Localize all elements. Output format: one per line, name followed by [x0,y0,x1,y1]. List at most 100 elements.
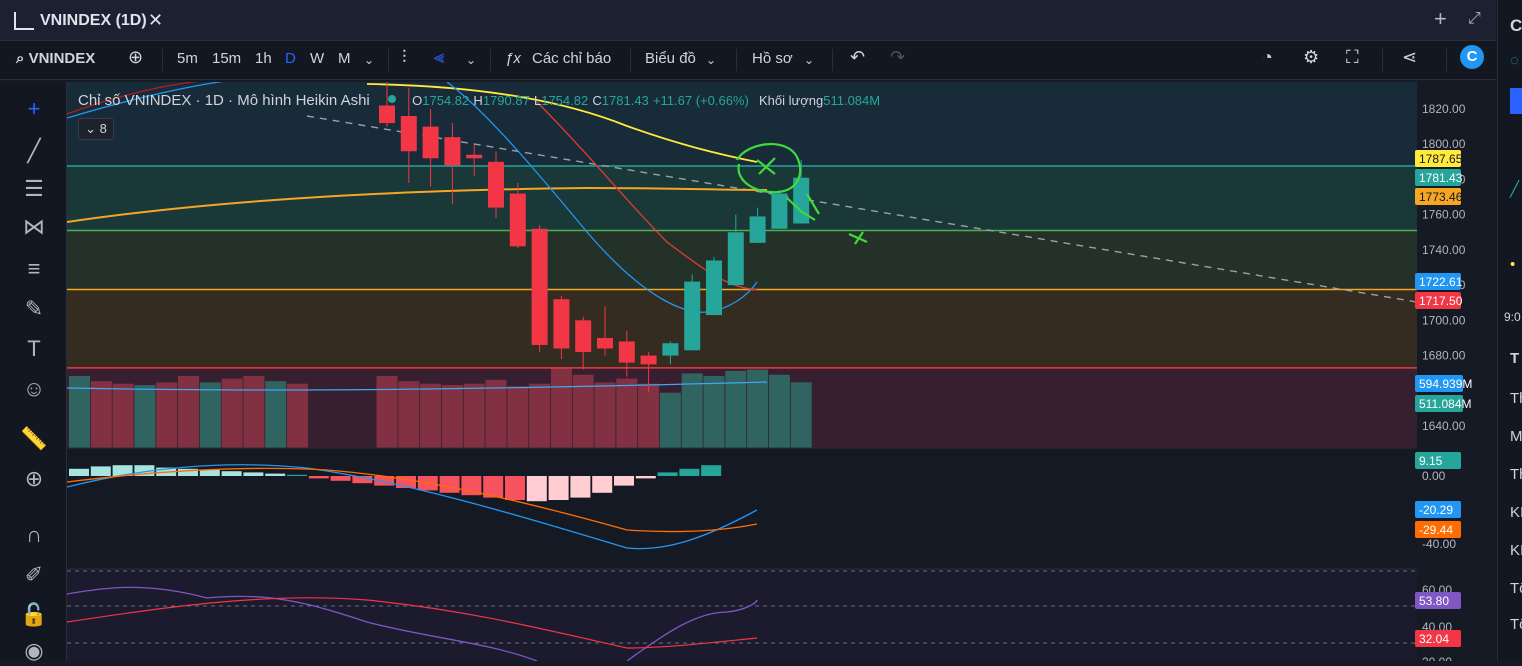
interval-1h[interactable]: 1h [255,50,272,67]
search-icon: ⌕ [16,50,25,67]
eye-icon[interactable]: ◉ [18,636,50,666]
close-tab-button[interactable]: ✕ [148,10,163,31]
volume-bar [287,383,308,448]
macd-histogram-bar [221,471,242,476]
candle-body [727,232,744,286]
panel-status-icon: ◌ [1510,52,1519,69]
indicator-fx-icon[interactable]: ƒx [505,50,521,67]
price-axis-label: 1740.00 [1422,243,1466,257]
volume-bar [156,382,178,448]
price-chart[interactable]: 1820.001800.001780.001760.001740.001720.… [67,82,1497,661]
candle-body [771,193,788,229]
lock-icon[interactable]: 🔓 [18,600,50,630]
interval-m[interactable]: M [338,50,351,67]
text-icon[interactable]: T [18,334,50,364]
panel-fragment: Tổ [1510,580,1522,597]
macd-axis-label: -40.00 [1422,537,1456,551]
volume-bar [420,383,442,448]
heikin-ashi-icon[interactable]: ⫷ [434,47,444,68]
ruler-icon[interactable]: 📏 [18,424,50,454]
price-tag-label: 594.939M [1419,377,1472,391]
macd-histogram-bar [701,465,722,476]
volume-bar [507,386,529,448]
volume-bar [529,383,551,448]
legend-collapse-button[interactable]: ⌄ 8 [78,118,114,140]
undo-icon[interactable]: ↶ [850,47,865,68]
price-axis-label: 1640.00 [1422,419,1466,433]
candle-body [400,116,417,152]
share-icon[interactable]: ⋖ [1402,47,1417,68]
crosshair-icon[interactable]: + [18,94,50,124]
candle-body [444,137,461,166]
candle-body [640,355,657,365]
legend-open: 1754.82 [422,93,470,108]
panel-fragment: Tổ [1510,616,1522,633]
legend-low: 1754.82 [541,93,589,108]
zoom-icon[interactable]: ⊕ [18,464,50,494]
legend-high: 1790.87 [482,93,530,108]
symbol-label: VNINDEX [28,50,96,67]
legend-close: 1781.43 [601,93,649,108]
macd-histogram-bar [548,476,569,500]
chart-legend: Chỉ số VNINDEX · 1D · Mô hình Heikin Ash… [78,92,880,109]
redo-icon[interactable]: ↷ [890,47,905,68]
trend-line-icon[interactable]: ╱ [18,136,50,166]
candle-body [488,161,504,208]
legend-volume-label: Khối lượng [759,93,824,108]
price-tag-label: -20.29 [1419,503,1453,517]
candle-body [553,299,570,349]
candle-body [597,337,613,349]
volume-bar [243,376,265,448]
gear-icon[interactable]: ⚙ [1303,47,1319,68]
lock-drawing-icon[interactable]: ✐ [18,560,50,590]
macd-histogram-bar [679,468,700,476]
volume-bar [112,383,134,448]
volume-bar [659,392,681,448]
candles-icon[interactable]: ⫶ [402,47,407,68]
macd-histogram-bar [614,476,634,486]
price-tag-label: 9.15 [1419,454,1443,468]
interval-w[interactable]: W [310,50,324,67]
macd-histogram-bar [330,476,351,481]
panel-fragment: Th [1510,466,1522,483]
compare-add-icon[interactable]: ⊕ [128,47,143,68]
indicators-button[interactable]: Các chỉ báo [532,50,611,67]
volume-bar [376,376,398,448]
interval-5m[interactable]: 5m [177,50,198,67]
macd-histogram-bar [287,474,307,476]
expand-icon[interactable]: ⤢ [1468,10,1481,28]
symbol-search-button[interactable]: ⌕ VNINDEX [16,50,95,67]
chevron-down-icon[interactable]: ⌄ [466,53,476,67]
collapsed-count: 8 [99,121,107,136]
alert-clock-icon[interactable]: ◔ [1262,47,1273,68]
macd-histogram-bar [526,476,547,502]
volume-bar [134,385,156,448]
drawing-toolbar: + ╱ ☰ ⋈ ≡ ✎ T ☺ 📏 ⊕ ∩ ✐ 🔓 ◉ [0,82,67,663]
volume-bar [441,385,463,448]
chart-toolbar: ⌕ VNINDEX ⊕ 5m 15m 1h D W M ⌄ ⫶ ⫷ ⌄ ƒx C… [0,41,1496,80]
candle-body [662,343,679,356]
chevron-down-icon[interactable]: ⌄ [706,53,716,67]
brush-icon[interactable]: ✎ [18,294,50,324]
panel-fragment: KI [1510,504,1522,521]
price-axis-label: 1800.00 [1422,137,1466,151]
profile-button[interactable]: Hồ sơ [752,50,793,67]
volume-bar [594,382,616,448]
add-chart-button[interactable]: + [1434,6,1447,32]
horizontal-lines-icon[interactable]: ☰ [18,174,50,204]
chevron-down-icon[interactable]: ⌄ [804,53,814,67]
chart-type-button[interactable]: Biểu đồ [645,50,696,67]
pattern-icon[interactable]: ⋈ [18,212,50,242]
price-tag-label: -29.44 [1419,523,1453,537]
macd-pane [67,449,1417,569]
volume-bar [550,368,572,448]
magnet-icon[interactable]: ∩ [18,520,50,550]
interval-15m[interactable]: 15m [212,50,241,67]
market-status-icon [387,95,396,103]
panel-button[interactable] [1510,88,1522,114]
emoji-icon[interactable]: ☺ [18,374,50,404]
fullscreen-icon[interactable]: ⛶ [1346,47,1359,68]
fib-icon[interactable]: ≡ [18,254,50,284]
chevron-down-icon[interactable]: ⌄ [364,53,374,67]
interval-d[interactable]: D [285,50,296,67]
